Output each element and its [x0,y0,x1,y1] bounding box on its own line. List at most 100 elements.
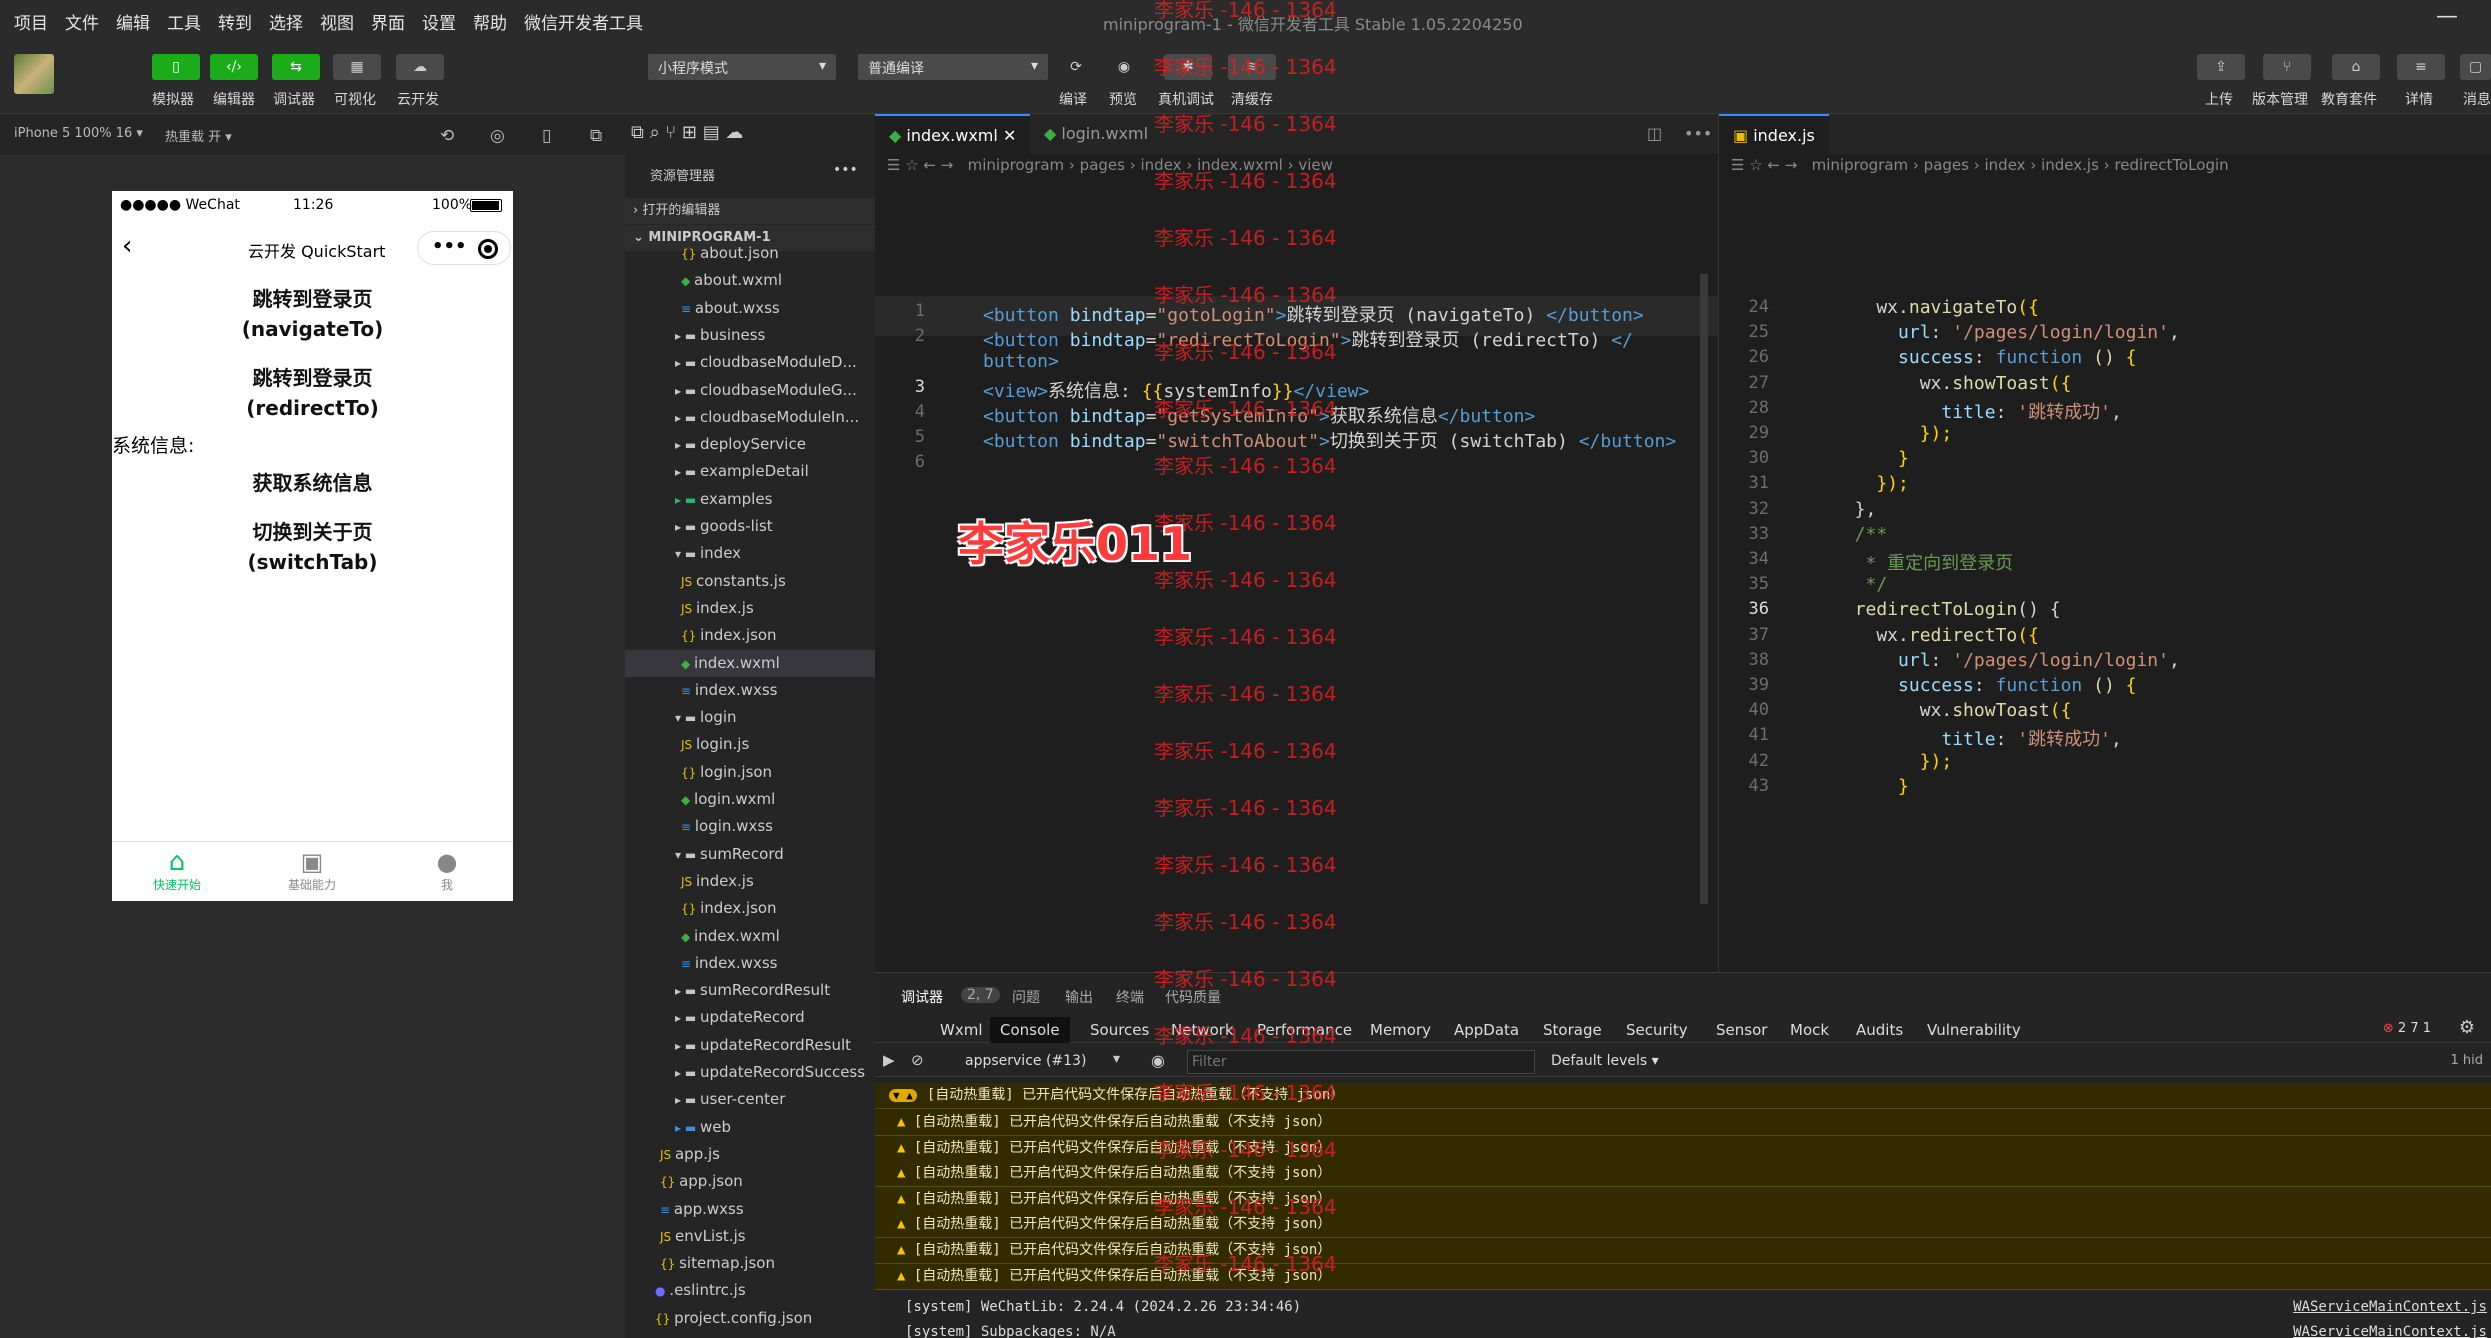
code-token[interactable]: : [1996,402,2018,423]
tree-item-label[interactable]: sitemap.json [679,1254,775,1272]
folder-icon[interactable]: ▸ ▬ [675,329,700,343]
line-number[interactable]: 26 [1699,347,1769,367]
code-token[interactable]: 跳转到登录页 (redirectTo) [1351,330,1611,351]
tree-item-label[interactable]: examples [700,490,772,508]
code-token[interactable] [1833,599,1855,620]
tree-item-label[interactable]: login.wxml [694,790,775,808]
code-line[interactable]: */ [1833,574,1888,595]
tree-item-label[interactable]: app.wxss [674,1200,744,1218]
watermark-text[interactable]: 李家乐 -146 - 1364 [1154,1134,1337,1163]
tree-item[interactable]: ▸ ▬ user-center [625,1086,875,1113]
folder-icon[interactable]: ▸ ▬ [675,438,700,452]
folder-icon[interactable]: ▸ ▬ [675,520,700,534]
code-token[interactable]: '跳转成功' [2017,402,2111,423]
line-number[interactable]: 41 [1699,725,1769,745]
warning-row[interactable]: ▲ [自动热重载] 已开启代码文件保存后自动热重载（不支持 json） [875,1110,2491,1136]
tree-item[interactable]: ▸ ▬ exampleDetail [625,458,875,485]
preview-icon[interactable]: ◉ [1100,54,1148,80]
js-icon[interactable]: JS [681,738,696,752]
tree-item-label[interactable]: updateRecordResult [700,1036,851,1054]
back-arrow-icon[interactable]: ‹ [122,231,132,261]
code-token[interactable]: : [1996,729,2018,750]
tree-item-label[interactable]: cloudbaseModuleD... [700,353,857,371]
json-icon[interactable]: {} [655,1312,674,1326]
code-token[interactable]: url [1898,650,1931,671]
code-token[interactable]: = [1146,431,1157,452]
tree-item-label[interactable]: index.js [696,599,754,617]
debug-tab[interactable]: 问题 [1012,987,1040,1007]
code-token[interactable]: : [1931,322,1953,343]
code-token[interactable]: () [2082,347,2125,368]
more-icon[interactable]: ••• [833,162,858,178]
line-number[interactable]: 27 [1699,373,1769,393]
tree-item[interactable]: ▸ ▬ updateRecordResult [625,1032,875,1059]
wxss-icon[interactable]: ≡ [681,820,695,834]
code-line[interactable]: url: '/pages/login/login', [1833,650,2180,671]
tree-item-label[interactable]: deployService [700,435,806,453]
warning-row[interactable]: ▲ [自动热重载] 已开启代码文件保存后自动热重载（不支持 json） [875,1263,2491,1290]
code-token[interactable]: }); [1876,473,1909,494]
line-number[interactable]: 30 [1699,448,1769,468]
tree-item[interactable]: {} index.json [625,622,875,649]
tree-item[interactable]: ≡ index.wxss [625,677,875,704]
tab-me[interactable]: ● 我 [382,848,512,893]
code-token[interactable]: () [2082,675,2125,696]
folder-icon[interactable]: ▸ ▬ [675,1011,700,1025]
tree-item-label[interactable]: updateRecordSuccess [700,1063,865,1081]
code-token[interactable]: : [1974,675,1996,696]
log-text[interactable]: [system] WeChatLib: 2.24.4 (2024.2.26 23… [905,1299,1301,1315]
code-token[interactable]: }); [1920,751,1953,772]
debug-tab[interactable]: 输出 [1065,987,1093,1007]
code-token[interactable]: </ [1611,330,1633,351]
tree-item-label[interactable]: about.wxss [695,299,780,317]
compile-mode-select[interactable]: 普通编译 ▾ [858,54,1048,80]
warning-icon[interactable]: ▲ [897,1242,914,1258]
code-token[interactable]: } [1898,448,1909,469]
code-token[interactable]: url [1898,322,1931,343]
debug-tab[interactable]: 2, 7 [961,987,1000,1003]
folder-icon[interactable]: ▸ ▬ [675,1093,700,1107]
capsule-menu[interactable]: ••• [417,231,511,265]
close-capsule-icon[interactable] [478,239,498,259]
tree-item-label[interactable]: envList.js [675,1227,746,1245]
wxml-icon[interactable]: ◆ [681,930,694,944]
visual-toggle-icon[interactable]: ▦ [333,54,381,80]
code-line[interactable]: * 重定向到登录页 [1833,549,2014,575]
code-token[interactable]: }); [1920,423,1953,444]
devtools-panel-tab[interactable]: Security [1626,1021,1688,1039]
code-line[interactable]: success: function () { [1833,675,2136,696]
menu-item[interactable]: 视图 [320,9,354,34]
tree-item[interactable]: {} index.json [625,895,875,922]
tree-item[interactable]: ≡ index.wxss [625,950,875,977]
line-number[interactable]: 6 [855,452,925,472]
js-icon[interactable]: JS [660,1230,675,1244]
devtools-panel-tab[interactable]: Vulnerability [1927,1021,2021,1039]
wxml-icon[interactable]: ◆ [681,274,694,288]
code-token[interactable] [1833,650,1898,671]
code-token[interactable]: bindtap [1070,406,1146,427]
tree-item-label[interactable]: login [700,708,737,726]
devtools-panel-tab[interactable]: Memory [1370,1021,1431,1039]
code-token[interactable]: bindtap [1070,330,1146,351]
code-token[interactable]: "gotoLogin" [1156,305,1275,326]
menu-item[interactable]: 编辑 [116,9,150,34]
devtools-panel-tab[interactable]: Wxml [940,1021,983,1039]
code-token[interactable]: wx. [1833,625,1909,646]
tree-item[interactable]: {} project.config.json [625,1305,875,1332]
debugger-toggle-icon[interactable]: ⇆ [272,54,320,80]
line-number[interactable]: 25 [1699,322,1769,342]
code-token[interactable]: 系统信息: [1048,381,1142,402]
code-token[interactable]: redirectTo [1909,625,2017,646]
messages-icon[interactable]: ▢ [2460,54,2491,80]
line-number[interactable]: 40 [1699,700,1769,720]
user-avatar[interactable] [14,54,54,94]
folder-icon[interactable]: ▸ ▬ [675,411,700,425]
json-icon[interactable]: {} [660,1257,679,1271]
tree-item-label[interactable]: sumRecordResult [700,981,830,999]
tree-item[interactable]: ▸ ▬ updateRecord [625,1004,875,1031]
tree-item-label[interactable]: business [700,326,765,344]
compile-icon[interactable]: ⟳ [1052,54,1100,80]
code-token[interactable]: ({ [2050,373,2072,394]
code-token[interactable] [1833,473,1876,494]
tree-item[interactable]: JS login.js [625,731,875,758]
